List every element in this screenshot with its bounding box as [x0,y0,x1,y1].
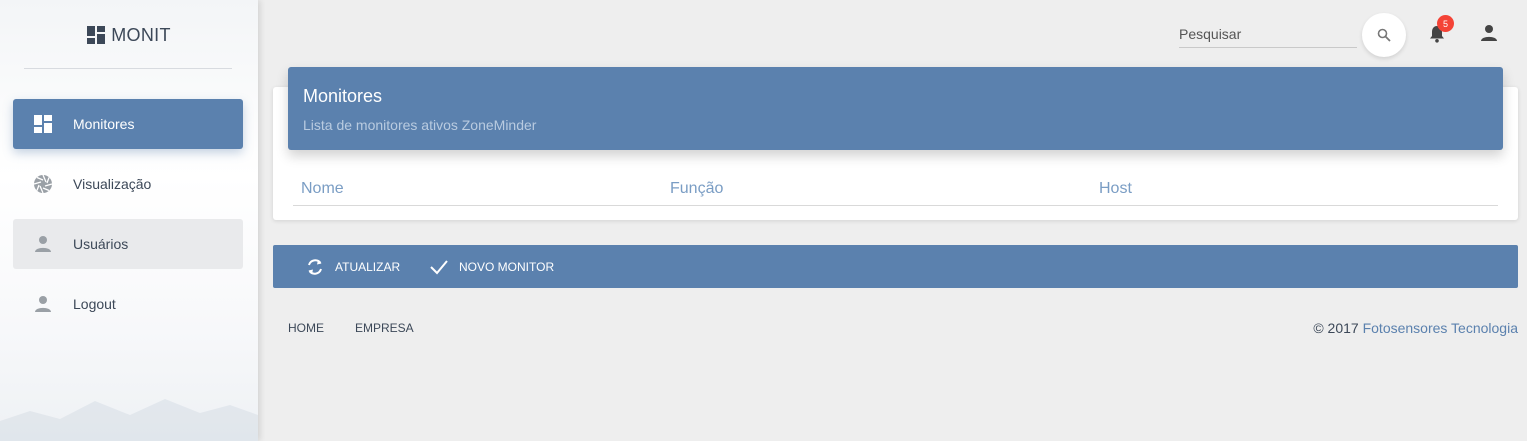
camera-shutter-icon [33,174,53,194]
footer-link-home[interactable]: HOME [288,321,324,335]
person-icon [33,234,53,254]
sidebar-background-image [0,399,258,441]
sidebar-item-monitores[interactable]: Monitores [13,99,243,149]
refresh-icon [308,258,322,275]
sidebar-item-label: Logout [73,296,116,312]
search-button[interactable] [1362,13,1406,57]
card-header: Monitores Lista de monitores ativos Zone… [288,67,1503,150]
sidebar: MONIT Monitores Visualização Usuários Lo… [0,0,258,441]
dashboard-icon [87,26,106,44]
copyright-prefix: © 2017 [1313,320,1363,336]
search-field[interactable] [1179,22,1357,48]
refresh-label: ATUALIZAR [335,259,401,274]
copyright: © 2017 Fotosensores Tecnologia [1313,320,1518,336]
person-icon [33,294,53,314]
sidebar-item-label: Monitores [73,116,135,132]
notification-badge: 5 [1437,15,1454,32]
person-icon [1481,25,1497,41]
search-input[interactable] [1179,22,1357,46]
column-header-host[interactable]: Host [1099,180,1132,198]
footer-link-empresa[interactable]: EMPRESA [355,321,414,335]
card-subtitle: Lista de monitores ativos ZoneMinder [303,117,537,133]
sidebar-item-logout[interactable]: Logout [13,279,243,329]
divider [24,68,232,69]
action-bar: ATUALIZAR NOVO MONITOR [273,245,1518,288]
refresh-button[interactable]: ATUALIZAR [305,245,400,288]
search-icon [1377,28,1391,42]
check-icon [430,259,448,274]
new-monitor-button[interactable]: NOVO MONITOR [429,245,554,288]
dashboard-icon [33,114,53,134]
new-monitor-label: NOVO MONITOR [459,259,555,274]
sidebar-item-usuarios[interactable]: Usuários [13,219,243,269]
card-title: Monitores [303,86,383,106]
sidebar-item-label: Usuários [73,236,129,252]
user-menu-button[interactable] [1480,24,1500,44]
column-header-nome[interactable]: Nome [301,180,344,198]
sidebar-item-visualizacao[interactable]: Visualização [13,159,243,209]
column-header-funcao[interactable]: Função [670,180,723,198]
brand-logo[interactable]: MONIT [0,22,258,48]
table-divider [293,205,1498,206]
copyright-brand-link[interactable]: Fotosensores Tecnologia [1363,320,1518,336]
logo-text: MONIT [111,24,171,45]
sidebar-item-label: Visualização [73,176,152,192]
